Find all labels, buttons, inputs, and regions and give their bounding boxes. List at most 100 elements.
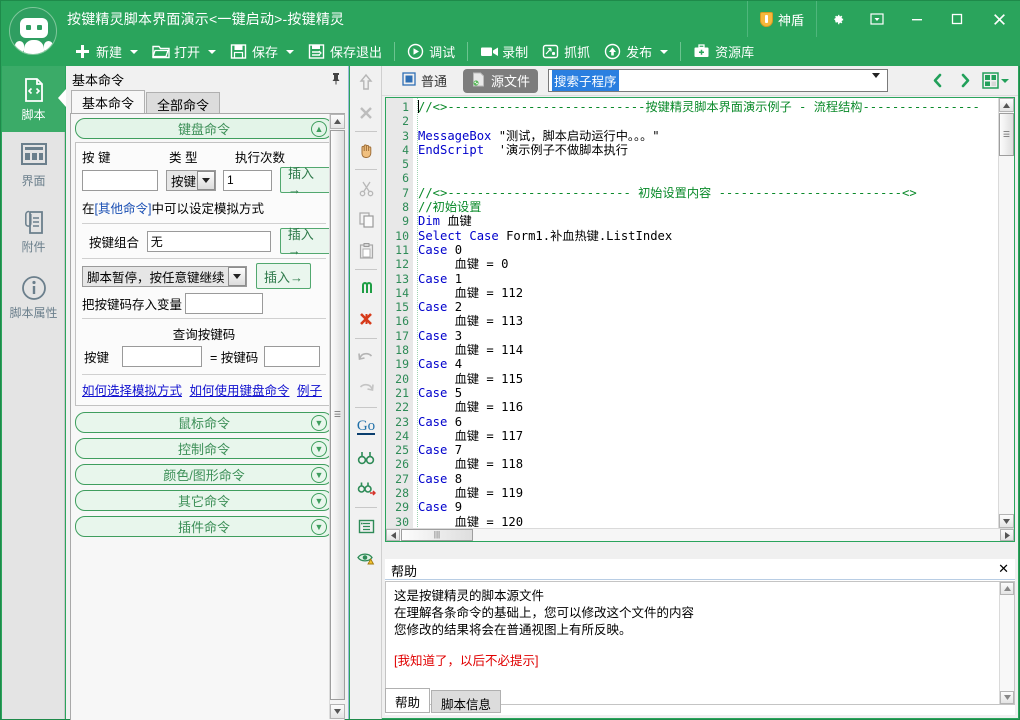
help-scrollbar[interactable]: [999, 582, 1014, 704]
scroll-down-button[interactable]: [330, 704, 345, 719]
type-select[interactable]: 按键: [166, 169, 216, 191]
insert-key-button[interactable]: 插入→: [280, 166, 332, 197]
key-input[interactable]: [82, 169, 158, 191]
code-line[interactable]: 20 血键 = 115: [386, 372, 1014, 386]
sidebar-item-script[interactable]: 脚本: [2, 66, 66, 132]
close-button[interactable]: [977, 1, 1020, 37]
sidebar-item-script-properties[interactable]: 脚本属性: [2, 264, 65, 330]
chevron-down-icon[interactable]: [660, 49, 669, 54]
code-line[interactable]: 4 EndScript '演示例子不做脚本执行: [386, 143, 1014, 157]
code-vertical-scrollbar[interactable]: ☰: [998, 98, 1014, 528]
chevron-down-icon[interactable]: [1000, 78, 1009, 83]
code-line[interactable]: 22 血键 = 116: [386, 400, 1014, 414]
times-input[interactable]: [223, 169, 272, 191]
scroll-up-button[interactable]: [330, 114, 345, 129]
chevron-down-circle-icon[interactable]: ▼: [311, 493, 327, 509]
scroll-down-button[interactable]: [999, 514, 1014, 528]
chevron-down-icon[interactable]: [130, 49, 139, 54]
code-line[interactable]: 10 Select Case Form1.补血热键.ListIndex: [386, 229, 1014, 243]
tab-basic-commands[interactable]: 基本命令: [71, 90, 146, 114]
query-keycode-input[interactable]: [264, 346, 321, 367]
code-line[interactable]: 19 Case 4: [386, 357, 1014, 371]
code-line[interactable]: 14 血键 = 112: [386, 286, 1014, 300]
view-source-button[interactable]: 源文件: [463, 68, 539, 93]
prev-icon[interactable]: [924, 69, 950, 93]
code-line[interactable]: 16 血键 = 113: [386, 314, 1014, 328]
code-line[interactable]: 12 血键 = 0: [386, 257, 1014, 271]
scroll-left-button[interactable]: [386, 529, 400, 541]
sidebar-item-attachment[interactable]: 附件: [2, 198, 65, 264]
chevron-up-circle-icon[interactable]: ▲: [311, 121, 327, 137]
code-line[interactable]: 9 Dim 血键: [386, 214, 1014, 228]
scroll-up-button[interactable]: [999, 98, 1014, 112]
toolbar-save[interactable]: 保存: [223, 37, 301, 66]
code-line[interactable]: 11 Case 0: [386, 243, 1014, 257]
toolbar-library[interactable]: 资源库: [686, 37, 761, 66]
group-control-commands[interactable]: 控制命令 ▼: [75, 438, 333, 459]
chevron-down-icon[interactable]: [286, 49, 295, 54]
paperclip-icon[interactable]: [350, 273, 382, 304]
hand-icon[interactable]: [350, 135, 382, 166]
pin-icon[interactable]: [331, 72, 341, 85]
close-icon[interactable]: ✕: [998, 562, 1009, 575]
goto-icon[interactable]: Go: [350, 411, 382, 442]
scroll-right-button[interactable]: [1000, 529, 1014, 541]
insert-combo-button[interactable]: 插入→: [279, 227, 332, 258]
scroll-up-button[interactable]: [1000, 582, 1014, 595]
code-line[interactable]: 17 Case 3: [386, 329, 1014, 343]
layout-icon[interactable]: [980, 69, 1010, 93]
find-icon[interactable]: [350, 442, 382, 473]
code-line[interactable]: 15 Case 2: [386, 300, 1014, 314]
toolbar-capture[interactable]: 抓抓: [535, 37, 597, 66]
code-line[interactable]: 1 //<>---------------------------按键精灵脚本界面…: [386, 100, 1014, 114]
command-panel-scrollbar[interactable]: ☰: [329, 114, 345, 719]
maximize-button[interactable]: [937, 1, 977, 37]
sidebar-item-interface[interactable]: 界面: [2, 132, 65, 198]
delete-x-icon[interactable]: [350, 97, 382, 128]
code-line[interactable]: 3 MessageBox "测试，脚本启动运行中。。。": [386, 129, 1014, 143]
chevron-down-icon[interactable]: [197, 170, 215, 190]
toolbar-save-exit[interactable]: 保存退出: [301, 37, 389, 66]
dropdown-button[interactable]: [857, 1, 897, 37]
code-line[interactable]: 28 血键 = 119: [386, 486, 1014, 500]
toolbar-publish[interactable]: 发布: [597, 37, 675, 66]
code-line[interactable]: 24 血键 = 117: [386, 429, 1014, 443]
undo-icon[interactable]: [350, 342, 382, 373]
group-color-graphics-commands[interactable]: 颜色/图形命令 ▼: [75, 464, 333, 485]
next-icon[interactable]: [952, 69, 978, 93]
code-line[interactable]: 18 血键 = 114: [386, 343, 1014, 357]
code-line[interactable]: 2: [386, 114, 1014, 128]
toolbar-debug[interactable]: 调试: [400, 37, 462, 66]
query-key-input[interactable]: [122, 346, 202, 367]
up-arrow-icon[interactable]: [350, 66, 382, 97]
tab-help[interactable]: 帮助: [385, 688, 431, 713]
settings-button[interactable]: [817, 1, 857, 37]
insert-pause-button[interactable]: 插入→: [256, 263, 312, 289]
chevron-down-circle-icon[interactable]: ▼: [311, 519, 327, 535]
tab-all-commands[interactable]: 全部命令: [146, 92, 221, 114]
code-lines[interactable]: 1 //<>---------------------------按键精灵脚本界面…: [386, 100, 1014, 541]
list-properties-icon[interactable]: [350, 511, 382, 542]
code-line[interactable]: 23 Case 6: [386, 415, 1014, 429]
tab-script-info[interactable]: 脚本信息: [431, 690, 502, 713]
minimize-button[interactable]: [897, 1, 937, 37]
code-line[interactable]: 6: [386, 171, 1014, 185]
paste-icon[interactable]: [350, 235, 382, 266]
shield-button[interactable]: 神盾: [746, 1, 817, 37]
scroll-thumb[interactable]: ☰: [999, 113, 1014, 156]
toolbar-open[interactable]: 打开: [145, 37, 223, 66]
pause-select[interactable]: 脚本暂停，按任意键继续: [82, 265, 247, 287]
scroll-thumb[interactable]: ☰: [330, 130, 345, 700]
code-line[interactable]: 25 Case 7: [386, 443, 1014, 457]
scissors-cut-icon[interactable]: [350, 173, 382, 204]
code-horizontal-scrollbar[interactable]: |||: [386, 528, 1014, 541]
code-line[interactable]: 27 Case 8: [386, 472, 1014, 486]
chevron-down-icon[interactable]: [872, 73, 881, 96]
search-subroutine-select[interactable]: 搜索子程序: [548, 69, 889, 95]
debug-watch-icon[interactable]: [350, 542, 382, 573]
hint-link[interactable]: [其他命令]: [95, 202, 152, 216]
code-line[interactable]: 8 //初始设置: [386, 200, 1014, 214]
code-line[interactable]: 30 血键 = 120: [386, 515, 1014, 529]
code-line[interactable]: 7 //<>------------------------- 初始设置内容 --…: [386, 186, 1014, 200]
redo-icon[interactable]: [350, 373, 382, 404]
